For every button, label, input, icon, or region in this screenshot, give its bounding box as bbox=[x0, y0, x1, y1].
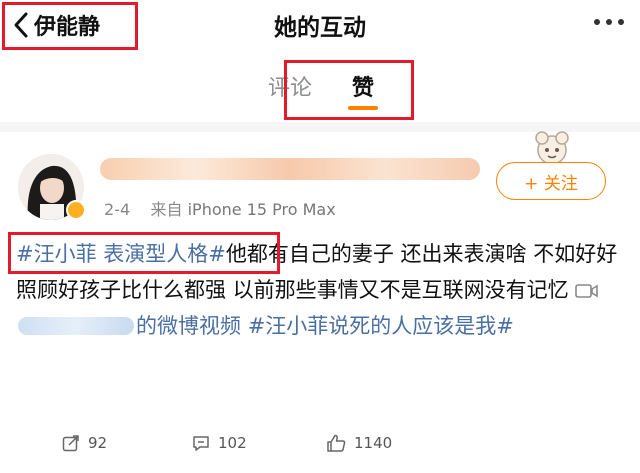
highlight-box-likes-tab bbox=[284, 60, 414, 120]
highlight-box-back bbox=[2, 2, 138, 50]
post-time: 2-4 bbox=[104, 200, 131, 219]
thumbs-up-icon bbox=[327, 434, 346, 452]
comment-count: 102 bbox=[218, 434, 247, 452]
comment-button[interactable]: 102 bbox=[192, 434, 247, 452]
share-icon bbox=[62, 435, 79, 452]
highlight-box-hashtag bbox=[8, 232, 280, 274]
repost-count: 92 bbox=[88, 434, 108, 452]
video-source-blurred bbox=[18, 317, 134, 335]
repost-button[interactable]: 92 bbox=[62, 434, 107, 452]
like-count: 1140 bbox=[354, 434, 393, 452]
post-card: 2-4 来自 iPhone 15 Pro Max + 关注 #汪小菲 表演型人格… bbox=[0, 131, 640, 473]
more-options-icon[interactable] bbox=[594, 12, 624, 32]
video-icon bbox=[575, 284, 599, 298]
verified-badge-icon bbox=[66, 200, 86, 220]
video-link[interactable]: 的微博视频 bbox=[136, 314, 241, 338]
like-button[interactable]: 1140 bbox=[326, 434, 392, 452]
hashtag-link-2[interactable]: #汪小菲说死的人应该是我# bbox=[248, 314, 514, 338]
source-device: iPhone 15 Pro Max bbox=[187, 200, 336, 219]
action-bar: 92 102 1140 bbox=[0, 428, 640, 464]
username-blurred bbox=[100, 158, 480, 180]
source-prefix: 来自 bbox=[150, 200, 183, 219]
follow-button[interactable]: + 关注 bbox=[496, 162, 606, 200]
post-meta: 2-4 来自 iPhone 15 Pro Max bbox=[104, 196, 336, 220]
comment-icon bbox=[193, 436, 209, 451]
